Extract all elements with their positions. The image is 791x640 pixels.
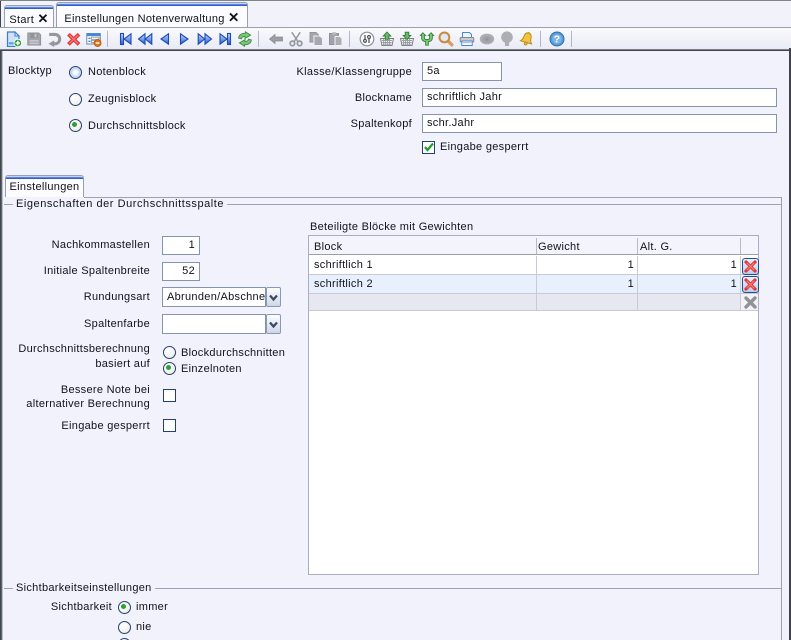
svg-text:?: ? [554, 34, 561, 46]
